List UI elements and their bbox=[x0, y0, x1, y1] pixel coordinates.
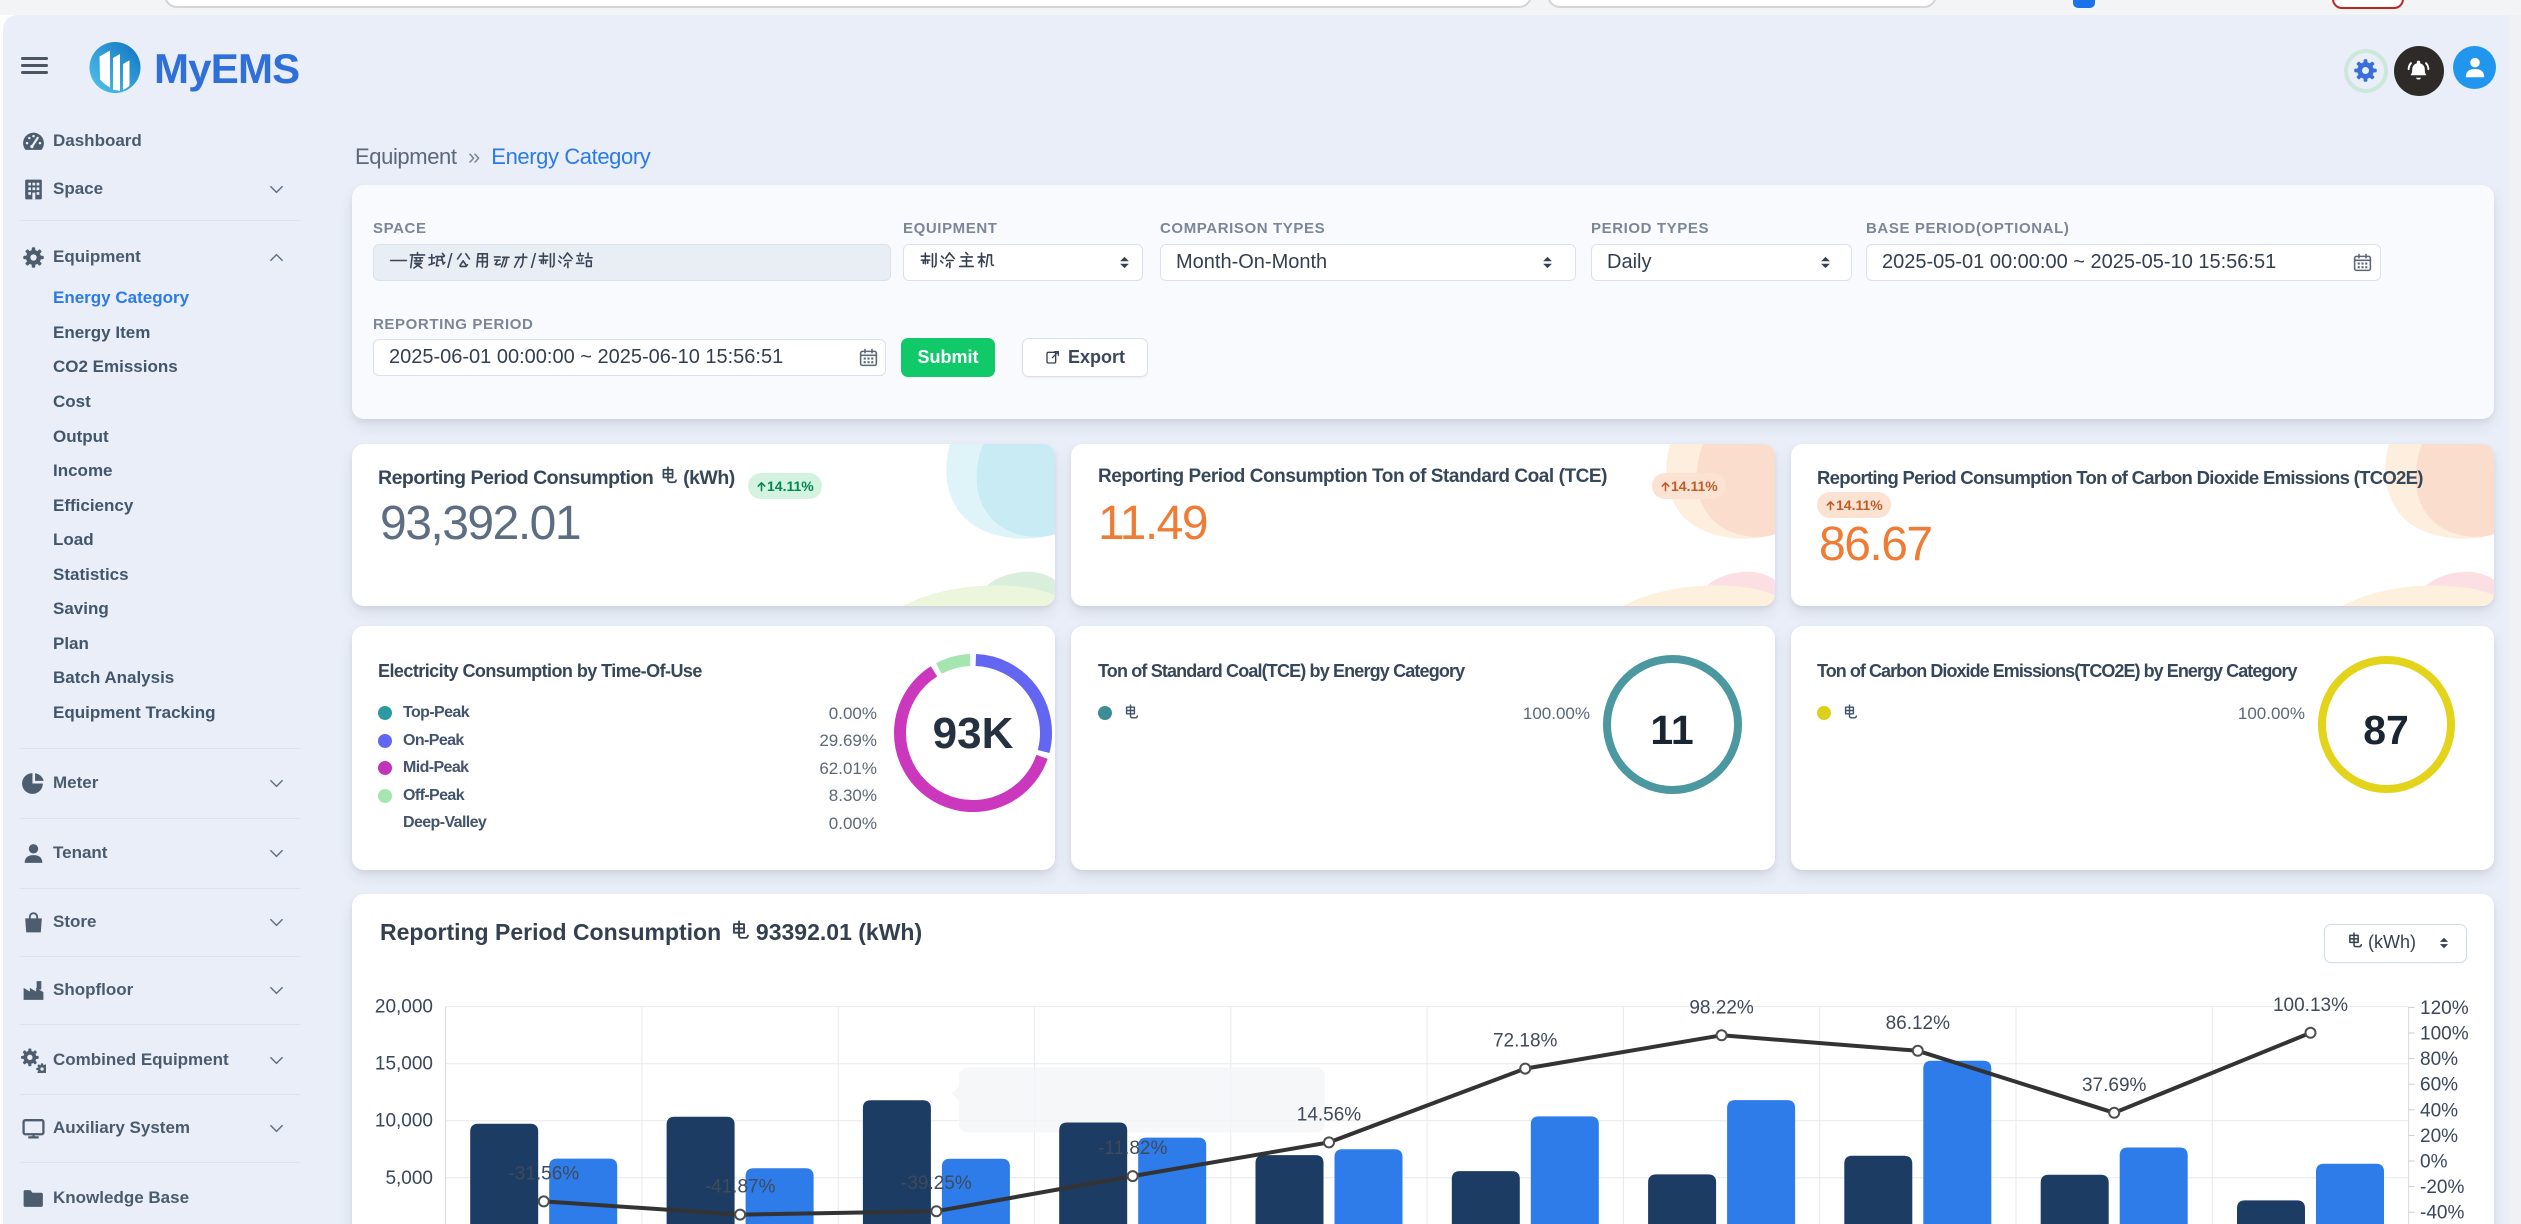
svg-text:0%: 0% bbox=[2420, 1152, 2448, 1173]
svg-text:5,000: 5,000 bbox=[385, 1168, 433, 1189]
svg-text:100%: 100% bbox=[2420, 1024, 2469, 1045]
svg-text:-31.56%: -31.56% bbox=[508, 1163, 579, 1184]
svg-text:80%: 80% bbox=[2420, 1049, 2458, 1070]
svg-text:-41.87%: -41.87% bbox=[705, 1177, 776, 1198]
svg-text:40%: 40% bbox=[2420, 1100, 2458, 1121]
svg-text:20,000: 20,000 bbox=[375, 997, 433, 1018]
svg-text:-39.25%: -39.25% bbox=[901, 1173, 972, 1194]
svg-text:15,000: 15,000 bbox=[375, 1054, 433, 1075]
svg-text:14.56%: 14.56% bbox=[1297, 1104, 1362, 1125]
svg-text:86.12%: 86.12% bbox=[1886, 1013, 1951, 1034]
svg-text:98.22%: 98.22% bbox=[1689, 997, 1754, 1018]
svg-text:-11.82%: -11.82% bbox=[1098, 1138, 1167, 1159]
svg-text:120%: 120% bbox=[2420, 998, 2469, 1019]
svg-text:37.69%: 37.69% bbox=[2082, 1075, 2147, 1096]
svg-text:10,000: 10,000 bbox=[375, 1111, 433, 1132]
svg-text:-40%: -40% bbox=[2420, 1203, 2464, 1224]
svg-text:100.13%: 100.13% bbox=[2273, 995, 2348, 1016]
svg-text:72.18%: 72.18% bbox=[1493, 1031, 1558, 1052]
svg-text:20%: 20% bbox=[2420, 1126, 2458, 1147]
svg-text:60%: 60% bbox=[2420, 1075, 2458, 1096]
svg-text:-20%: -20% bbox=[2420, 1177, 2464, 1198]
